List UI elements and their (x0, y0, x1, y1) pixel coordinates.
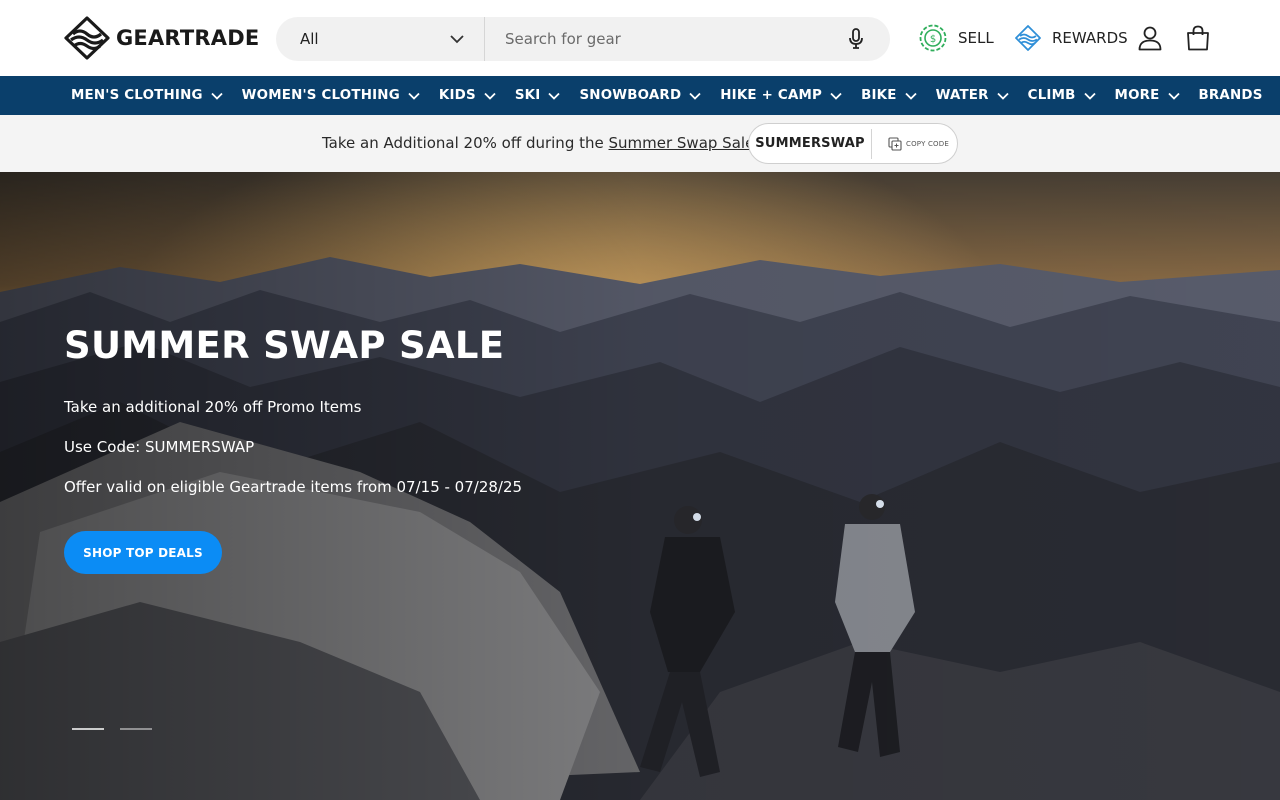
user-icon (1138, 26, 1162, 51)
promo-message: Take an Additional 20% off during the Su… (322, 134, 754, 152)
hero-title: SUMMER SWAP SALE (64, 324, 505, 367)
svg-text:$: $ (930, 34, 936, 45)
sell-label: SELL (958, 29, 994, 47)
copy-code-label: COPY CODE (906, 139, 949, 148)
promo-code-box: SUMMERSWAP COPY CODE (748, 123, 958, 164)
chevron-down-icon (997, 92, 1009, 100)
nav-item-kids[interactable]: KIDS (439, 88, 496, 103)
nav-item-snowboard[interactable]: SNOWBOARD (579, 88, 701, 103)
hero-validity-text: Offer valid on eligible Geartrade items … (64, 478, 523, 496)
chevron-down-icon (904, 92, 917, 100)
nav-item-label: BRANDS (1198, 88, 1263, 103)
chevron-down-icon (408, 92, 420, 100)
rewards-label: REWARDS (1052, 29, 1128, 47)
site-header: GEARTRADE All $ SELL (0, 0, 1280, 76)
summer-swap-sale-link[interactable]: Summer Swap Sale (609, 134, 755, 152)
geartrade-logo-icon (64, 16, 110, 60)
nav-item-label: BIKE (861, 88, 897, 103)
nav-item-label: CLIMB (1027, 88, 1076, 103)
main-navigation: MEN'S CLOTHING WOMEN'S CLOTHING KIDS SKI SNO… (0, 76, 1280, 115)
search-category-select[interactable]: All (276, 17, 485, 61)
chevron-down-icon (830, 92, 842, 100)
chevron-down-icon (1083, 92, 1096, 100)
nav-item-label: KIDS (438, 88, 476, 103)
hero-offer-text: Take an additional 20% off Promo Items (64, 398, 362, 416)
hero-code-text: Use Code: SUMMERSWAP (64, 438, 255, 456)
chevron-down-icon (689, 92, 701, 100)
promo-text: Take an Additional 20% off during the (322, 134, 609, 152)
nav-item-label: MORE (1114, 88, 1160, 103)
microphone-icon (849, 28, 863, 49)
nav-item-hike-camp[interactable]: HIKE + CAMP (720, 88, 842, 103)
hero-banner: SUMMER SWAP SALE Take an additional 20% … (0, 172, 1280, 800)
chevron-down-icon (450, 34, 464, 43)
account-button[interactable] (1134, 22, 1166, 54)
chevron-down-icon (548, 92, 561, 100)
chevron-down-icon (211, 92, 223, 100)
search-bar: All (276, 17, 890, 61)
promo-code: SUMMERSWAP (755, 136, 865, 151)
carousel-dot-1[interactable] (72, 728, 104, 730)
nav-item-label: SKI (514, 88, 541, 103)
copy-icon (888, 136, 902, 151)
nav-item-more[interactable]: MORE (1115, 88, 1180, 103)
search-input[interactable] (485, 17, 834, 61)
search-category-value: All (300, 30, 319, 48)
shop-top-deals-button[interactable]: SHOP TOP DEALS (64, 531, 222, 574)
geartrade-logo[interactable]: GEARTRADE (64, 16, 259, 60)
nav-item-water[interactable]: WATER (936, 88, 1009, 103)
nav-item-ski[interactable]: SKI (515, 88, 561, 103)
voice-search-button[interactable] (834, 17, 878, 61)
rewards-link[interactable]: REWARDS (1014, 20, 1128, 56)
shopping-bag-icon (1187, 25, 1209, 51)
nav-item-label: HIKE + CAMP (720, 88, 823, 103)
nav-item-women-s-clothing[interactable]: WOMEN'S CLOTHING (242, 88, 420, 103)
nav-item-label: WOMEN'S CLOTHING (241, 88, 400, 103)
chevron-down-icon (484, 92, 496, 100)
nav-item-label: MEN'S CLOTHING (71, 88, 203, 103)
nav-item-label: SNOWBOARD (579, 88, 682, 103)
nav-item-brands[interactable]: BRANDS (1199, 88, 1263, 103)
nav-item-bike[interactable]: BIKE (861, 88, 917, 103)
nav-item-label: WATER (935, 88, 989, 103)
sell-link[interactable]: $ SELL (918, 20, 994, 56)
rewards-icon (1015, 25, 1041, 51)
chevron-down-icon (1167, 92, 1180, 100)
copy-code-button[interactable]: COPY CODE (872, 136, 949, 151)
brand-name: GEARTRADE (116, 26, 260, 50)
cart-button[interactable] (1182, 22, 1214, 54)
nav-item-climb[interactable]: CLIMB (1028, 88, 1096, 103)
carousel-dot-2[interactable] (120, 728, 152, 730)
nav-item-men-s-clothing[interactable]: MEN'S CLOTHING (71, 88, 223, 103)
sell-gear-icon: $ (919, 24, 947, 52)
